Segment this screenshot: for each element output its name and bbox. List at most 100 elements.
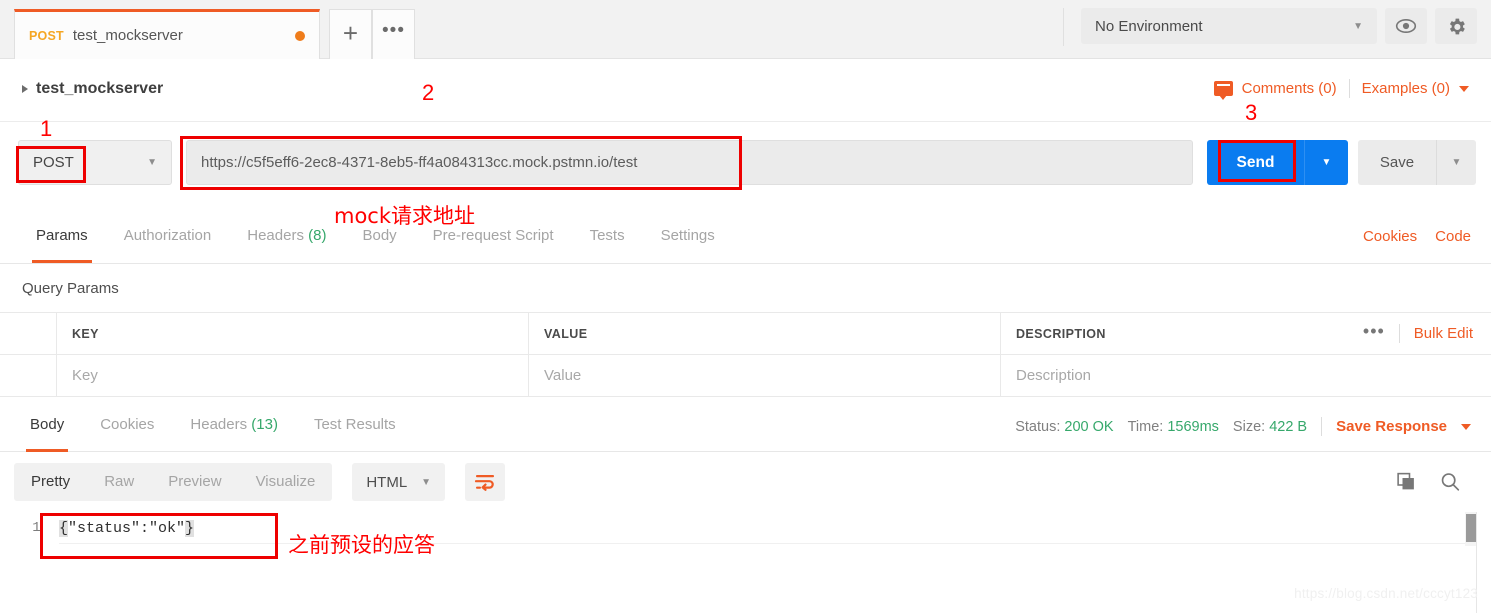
tab-params[interactable]: Params xyxy=(18,215,106,263)
response-tab-cookies[interactable]: Cookies xyxy=(82,404,172,452)
response-tab-headers-count: (13) xyxy=(251,416,278,433)
time-label: Time: xyxy=(1127,418,1164,435)
environment-toolbar: No Environment ▼ xyxy=(1081,8,1477,44)
value-input[interactable]: Value xyxy=(544,367,581,384)
viewer-mode-visualize[interactable]: Visualize xyxy=(239,463,333,501)
divider xyxy=(1348,79,1350,98)
viewer-mode-raw[interactable]: Raw xyxy=(87,463,151,501)
code-link[interactable]: Code xyxy=(1435,228,1471,245)
comments-button[interactable]: Comments (0) xyxy=(1213,80,1337,100)
brace-open: { xyxy=(59,519,69,537)
response-section-tabs: Body Cookies Headers (13) Test Results S… xyxy=(0,404,1491,452)
cookies-link[interactable]: Cookies xyxy=(1363,228,1417,245)
viewer-mode-group: Pretty Raw Preview Visualize xyxy=(14,463,333,501)
line-number: 1 xyxy=(32,520,41,536)
environment-selector[interactable]: No Environment ▼ xyxy=(1081,8,1377,44)
brace-close: } xyxy=(185,519,195,537)
annotation-body-caption: 之前预设的应答 xyxy=(288,533,435,557)
response-format-selector[interactable]: HTML ▼ xyxy=(352,463,446,501)
column-header-description: DESCRIPTION xyxy=(1016,326,1106,341)
response-scrollbar-thumb[interactable] xyxy=(1466,514,1476,542)
save-button[interactable]: Save xyxy=(1358,140,1436,185)
environment-selected-label: No Environment xyxy=(1095,17,1203,35)
tab-authorization[interactable]: Authorization xyxy=(106,215,230,263)
table-header-row: KEY VALUE DESCRIPTION ••• Bulk Edit xyxy=(0,313,1491,355)
response-body-viewer[interactable]: 1 {"status":"ok"} xyxy=(14,512,1477,560)
tab-params-label: Params xyxy=(36,227,88,244)
eye-icon xyxy=(1395,19,1417,33)
url-text: https://c5f5eff6-2ec8-4371-8eb5-ff4a0843… xyxy=(201,154,638,171)
size-label: Size: xyxy=(1232,418,1266,435)
chevron-down-icon: ▼ xyxy=(421,476,432,488)
description-input[interactable]: Description xyxy=(1016,367,1091,384)
new-tab-button[interactable]: + xyxy=(329,9,372,59)
breadcrumb[interactable]: test_mockserver xyxy=(22,80,163,98)
annotation-number-2: 2 xyxy=(422,80,435,105)
send-button[interactable]: Send xyxy=(1207,140,1304,185)
chevron-down-icon[interactable] xyxy=(1461,423,1471,430)
tab-settings[interactable]: Settings xyxy=(643,215,733,263)
tab-headers[interactable]: Headers (8) xyxy=(229,215,344,263)
save-options-button[interactable]: ▼ xyxy=(1436,140,1476,185)
response-tab-test-results-label: Test Results xyxy=(313,416,396,433)
time-value: 1569ms xyxy=(1167,418,1219,435)
response-tab-test-results[interactable]: Test Results xyxy=(296,404,414,452)
tab-headers-count: (8) xyxy=(308,227,327,244)
size-value: 422 B xyxy=(1269,418,1308,435)
code-line-divider xyxy=(59,543,1477,544)
response-viewer-actions xyxy=(1395,471,1461,492)
wrap-lines-icon xyxy=(474,475,495,491)
tab-bar: POST test_mockserver + ••• No Environmen… xyxy=(0,0,1491,59)
breadcrumb-actions: Comments (0) Examples (0) xyxy=(1213,79,1469,100)
wrap-lines-button[interactable] xyxy=(465,463,506,501)
tab-authorization-label: Authorization xyxy=(123,227,212,244)
send-options-button[interactable]: ▼ xyxy=(1304,140,1348,185)
header-checkbox-cell xyxy=(0,313,57,354)
tab-tests[interactable]: Tests xyxy=(572,215,643,263)
query-params-table: KEY VALUE DESCRIPTION ••• Bulk Edit Key … xyxy=(0,312,1491,397)
search-icon[interactable] xyxy=(1439,471,1461,492)
response-tab-body[interactable]: Body xyxy=(12,404,82,452)
tab-options-button[interactable]: ••• xyxy=(372,9,415,59)
unsaved-changes-dot-icon xyxy=(295,30,305,41)
breadcrumb-row: test_mockserver Comments (0) Examples (0… xyxy=(0,59,1491,122)
response-tab-headers-label: Headers xyxy=(190,416,248,433)
response-body-text: {"status":"ok"} xyxy=(59,519,195,537)
request-tabs-links: Cookies Code xyxy=(1363,228,1471,245)
column-header-value: VALUE xyxy=(544,326,588,341)
table-tools: ••• Bulk Edit xyxy=(1363,322,1473,343)
row-checkbox-cell[interactable] xyxy=(0,355,57,396)
viewer-mode-pretty[interactable]: Pretty xyxy=(14,463,87,501)
chevron-down-icon: ▼ xyxy=(1353,20,1363,32)
watermark: https://blog.csdn.net/cccyt123 xyxy=(1294,586,1478,601)
chevron-down-icon: ▼ xyxy=(147,157,157,168)
http-method-label: POST xyxy=(33,154,74,171)
http-method-selector[interactable]: POST ▼ xyxy=(18,140,172,185)
request-section-tabs: Params Authorization Headers (8) Body Pr… xyxy=(0,215,1491,264)
save-response-button[interactable]: Save Response xyxy=(1336,418,1447,435)
key-input[interactable]: Key xyxy=(72,367,98,384)
gear-icon xyxy=(1449,18,1465,34)
response-viewer-toolbar: Pretty Raw Preview Visualize HTML ▼ xyxy=(0,452,1491,512)
settings-button[interactable] xyxy=(1435,8,1477,44)
divider xyxy=(1398,324,1400,343)
examples-button[interactable]: Examples (0) xyxy=(1362,80,1469,97)
request-tab-test-mockserver[interactable]: POST test_mockserver xyxy=(14,9,320,59)
annotation-number-3: 3 xyxy=(1245,100,1258,125)
table-options-button[interactable]: ••• xyxy=(1363,322,1385,340)
divider xyxy=(1321,417,1323,436)
response-format-label: HTML xyxy=(366,473,408,491)
url-input[interactable]: https://c5f5eff6-2ec8-4371-8eb5-ff4a0843… xyxy=(186,140,1193,185)
tab-method-label: POST xyxy=(29,28,64,43)
copy-icon[interactable] xyxy=(1395,471,1417,492)
viewer-mode-preview[interactable]: Preview xyxy=(151,463,238,501)
environment-quick-look-button[interactable] xyxy=(1385,8,1427,44)
examples-label: Examples (0) xyxy=(1361,80,1450,97)
response-tab-cookies-label: Cookies xyxy=(100,416,155,433)
query-params-title: Query Params xyxy=(22,279,119,297)
chevron-down-icon xyxy=(1459,85,1469,92)
bulk-edit-button[interactable]: Bulk Edit xyxy=(1414,325,1473,342)
response-tab-headers[interactable]: Headers (13) xyxy=(172,404,296,452)
annotation-url-caption: mock请求地址 xyxy=(334,204,476,228)
chevron-right-icon xyxy=(22,85,28,93)
